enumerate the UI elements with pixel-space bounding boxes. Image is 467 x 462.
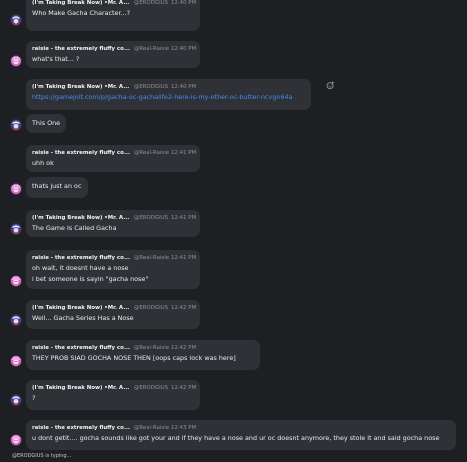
message-header: raisie - the extremely fluffy co... @Real… [32,44,197,54]
author-name[interactable]: raisie - the extremely fluffy co... [32,425,130,431]
message-text: The Game Is Called Gacha [32,224,117,232]
message-bubble[interactable]: (I'm Taking Break Now) •Mr. A... @ERODGIU… [26,210,200,237]
author-handle: @ERODGIUS [134,305,169,311]
message-text: uhh ok [32,159,54,167]
message-text: ? [32,394,36,402]
avatar[interactable] [10,223,22,235]
author-name[interactable]: raisie - the extremely fluffy co... [32,255,130,261]
message-header: (I'm Taking Break Now) •Mr. A... @ERODGIU… [32,82,305,92]
avatar[interactable] [10,355,22,367]
author-name[interactable]: (I'm Taking Break Now) •Mr. A... [32,305,129,311]
avatar[interactable] [10,55,22,67]
timestamp: 12:40 PM [171,84,197,90]
timestamp: 12:41 PM [171,255,197,261]
author-handle: @Real-Raisie [134,255,170,261]
avatar[interactable] [10,183,22,195]
message-header: raisie - the extremely fluffy co... @Real… [32,343,254,353]
avatar[interactable] [10,434,22,446]
timestamp: 12:40 PM [171,46,197,52]
timestamp: 12:43 PM [171,425,197,431]
author-handle: @Real-Raisie [134,345,170,351]
message-link[interactable]: https://gamejolt.com/p/gacha-oc-gachalif… [32,92,305,103]
message-text: Who Make Gacha Character...? [32,9,131,17]
avatar[interactable] [10,394,22,406]
message-bubble[interactable]: raisie - the extremely fluffy co... @Real… [26,250,200,289]
message-header: raisie - the extremely fluffy co... @Real… [32,253,197,263]
author-name[interactable]: raisie - the extremely fluffy co... [32,46,130,52]
message-text: Well... Gacha Series Has a Nose [32,314,134,322]
timestamp: 12:41 PM [171,150,197,156]
message-text: This One [32,119,61,127]
timestamp: 12:42 PM [171,305,197,311]
message-header: (I'm Taking Break Now) •Mr. A... @ERODGIU… [32,303,197,313]
message-bubble[interactable]: raisie - the extremely fluffy co... @Real… [26,420,456,450]
message-text: what's that... ? [32,55,80,63]
message-header: (I'm Taking Break Now) •Mr. A... @ERODGIU… [32,213,197,223]
timestamp: 12:42 PM [171,385,197,391]
author-handle: @ERODGIUS [134,215,169,221]
message-bubble[interactable]: raisie - the extremely fluffy co... @Real… [26,145,200,172]
message-bubble[interactable]: (I'm Taking Break Now) •Mr. A... @ERODGIU… [26,300,200,329]
timestamp: 12:42 PM [171,345,197,351]
timestamp: 12:41 PM [171,215,197,221]
author-name[interactable]: raisie - the extremely fluffy co... [32,150,130,156]
message-text: oh wait, it doesnt have a nose [32,264,129,272]
message-bubble[interactable]: thats just an oc [26,177,88,198]
message-header: (I'm Taking Break Now) •Mr. A... @ERODGIU… [32,383,197,393]
message-header: raisie - the extremely fluffy co... @Real… [32,148,197,158]
author-handle: @ERODGIUS [134,84,169,90]
message-text: THEY PROB SIAD GOCHA NOSE THEN [oops cap… [32,354,236,362]
avatar[interactable] [10,275,22,287]
chat-feed: (I'm Taking Break Now) •Mr. A... @ERODGIU… [0,0,467,462]
author-name[interactable]: (I'm Taking Break Now) •Mr. A... [32,385,129,391]
avatar[interactable] [10,119,22,131]
message-text: u dont getit.... gocha sounds like got y… [32,434,440,442]
author-handle: @Real-Raisie [134,150,170,156]
author-handle: @Real-Raisie [134,425,170,431]
author-handle: @Real-Raisie [134,46,170,52]
message-bubble[interactable]: raisie - the extremely fluffy co... @Real… [26,340,260,370]
message-bubble[interactable]: (I'm Taking Break Now) •Mr. A... @ERODGIU… [26,0,200,31]
message-text: i bet someone is sayin "gacha nose" [32,274,149,283]
message-header: raisie - the extremely fluffy co... @Real… [32,423,450,433]
avatar[interactable] [10,14,22,26]
typing-indicator: @ERODGIUS is typing... [12,453,72,459]
message-header: (I'm Taking Break Now) •Mr. A... @ERODGIU… [32,0,197,8]
avatar[interactable] [10,314,22,326]
message-bubble[interactable]: (I'm Taking Break Now) •Mr. A... @ERODGIU… [26,79,311,110]
author-name[interactable]: (I'm Taking Break Now) •Mr. A... [32,215,129,221]
message-bubble[interactable]: raisie - the extremely fluffy co... @Real… [26,41,200,68]
author-handle: @ERODGIUS [134,385,169,391]
message-bubble[interactable]: This One [26,114,66,133]
author-name[interactable]: (I'm Taking Break Now) •Mr. A... [32,84,129,90]
author-name[interactable]: (I'm Taking Break Now) •Mr. A... [32,0,129,6]
add-reaction-icon[interactable] [326,81,335,90]
timestamp: 12:40 PM [171,0,197,6]
author-name[interactable]: raisie - the extremely fluffy co... [32,345,130,351]
author-handle: @ERODGIUS [134,0,169,6]
message-bubble[interactable]: (I'm Taking Break Now) •Mr. A... @ERODGIU… [26,380,200,410]
message-text: thats just an oc [32,182,82,190]
